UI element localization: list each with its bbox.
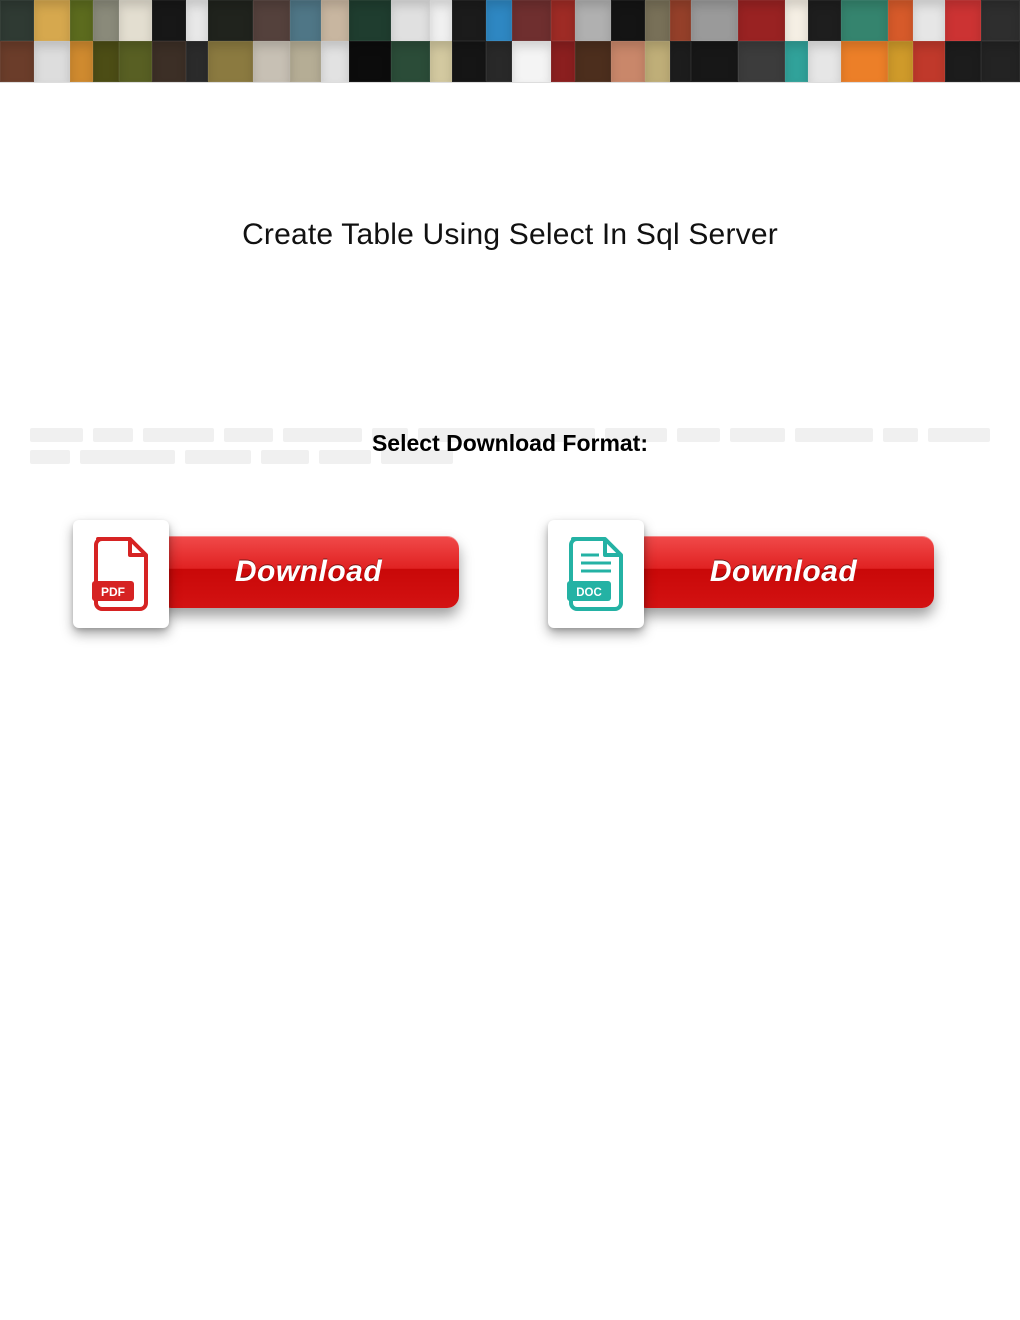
banner-tile	[738, 41, 786, 82]
banner-tile	[208, 0, 253, 41]
banner-tile	[321, 0, 349, 41]
banner-tile	[670, 0, 691, 41]
banner-tile	[321, 41, 349, 82]
banner-tile	[645, 41, 670, 82]
download-pdf-button[interactable]: Download	[159, 536, 459, 608]
banner-tile	[253, 41, 290, 82]
banner-tile	[34, 41, 70, 82]
page-title: Create Table Using Select In Sql Server	[0, 218, 1020, 252]
banner-tile	[945, 0, 981, 41]
banner-tile	[512, 0, 551, 41]
banner-tile	[913, 0, 945, 41]
banner-row	[0, 41, 1020, 82]
banner-tile	[253, 0, 290, 41]
doc-file-card: DOC	[548, 520, 644, 628]
banner-tile	[575, 41, 611, 82]
banner-tile	[119, 41, 151, 82]
banner-tile	[349, 41, 391, 82]
download-row: PDF Download DOC Downloa	[0, 520, 1020, 628]
download-option-pdf: PDF Download	[73, 520, 473, 628]
banner-tile	[391, 0, 430, 41]
banner-tile	[785, 0, 808, 41]
banner-tile	[391, 41, 430, 82]
banner-tile	[34, 0, 70, 41]
banner-tile	[691, 41, 738, 82]
banner-tile	[93, 41, 120, 82]
download-doc-button[interactable]: Download	[634, 536, 934, 608]
banner-tile	[119, 0, 151, 41]
banner-tile	[785, 41, 808, 82]
banner-tile	[841, 41, 888, 82]
banner-tile	[738, 0, 786, 41]
banner-tile	[186, 41, 208, 82]
download-option-doc: DOC Download	[548, 520, 948, 628]
pdf-file-icon: PDF	[90, 537, 152, 611]
download-doc-label: Download	[710, 555, 857, 589]
download-format-heading: Select Download Format:	[0, 430, 1020, 457]
banner-tile	[152, 41, 186, 82]
banner-row	[0, 0, 1020, 41]
banner-tile	[808, 0, 840, 41]
top-media-banner	[0, 0, 1020, 83]
banner-tile	[0, 41, 34, 82]
pdf-badge-text: PDF	[101, 585, 125, 599]
banner-tile	[486, 0, 512, 41]
download-pdf-label: Download	[235, 555, 382, 589]
banner-tile	[670, 41, 691, 82]
banner-tile	[841, 0, 888, 41]
banner-tile	[452, 0, 486, 41]
doc-badge-text: DOC	[576, 587, 602, 599]
banner-tile	[349, 0, 391, 41]
banner-tile	[70, 0, 93, 41]
banner-tile	[0, 0, 34, 41]
banner-tile	[888, 41, 913, 82]
banner-tile	[645, 0, 670, 41]
banner-tile	[208, 41, 253, 82]
banner-tile	[186, 0, 208, 41]
doc-file-icon: DOC	[565, 537, 627, 611]
banner-tile	[551, 41, 575, 82]
banner-tile	[430, 41, 452, 82]
banner-tile	[486, 41, 512, 82]
banner-tile	[290, 41, 322, 82]
banner-tile	[452, 41, 486, 82]
banner-tile	[512, 41, 551, 82]
banner-tile	[430, 0, 452, 41]
pdf-file-card: PDF	[73, 520, 169, 628]
banner-tile	[611, 0, 645, 41]
banner-tile	[70, 41, 93, 82]
banner-tile	[945, 41, 981, 82]
banner-tile	[152, 0, 186, 41]
banner-tile	[93, 0, 120, 41]
banner-tile	[981, 41, 1020, 82]
banner-tile	[888, 0, 913, 41]
banner-tile	[691, 0, 738, 41]
banner-tile	[981, 0, 1020, 41]
banner-tile	[808, 41, 840, 82]
banner-tile	[551, 0, 575, 41]
banner-tile	[611, 41, 645, 82]
banner-tile	[290, 0, 322, 41]
banner-tile	[575, 0, 611, 41]
banner-tile	[913, 41, 945, 82]
